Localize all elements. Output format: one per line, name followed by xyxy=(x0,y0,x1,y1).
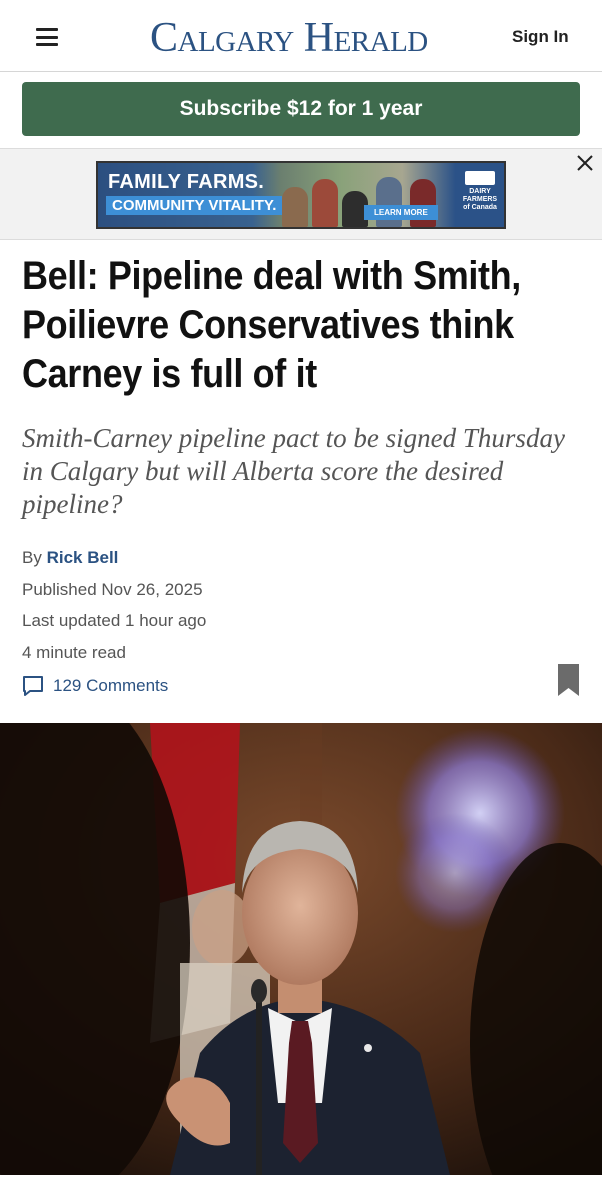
article-dek: Smith-Carney pipeline pact to be signed … xyxy=(22,423,565,519)
subscribe-bar: Subscribe $12 for 1 year xyxy=(0,73,602,148)
bottom-spacer xyxy=(0,1175,607,1199)
ad-sponsor-logo: DAIRY FARMERS of Canada xyxy=(460,169,500,223)
byline-prefix: By xyxy=(22,548,42,567)
subscribe-button[interactable]: Subscribe $12 for 1 year xyxy=(22,82,580,136)
comments-link[interactable]: 129 Comments xyxy=(22,674,168,698)
site-header: Calgary Herald Sign In xyxy=(0,0,602,72)
ad-subheadline: COMMUNITY VITALITY. xyxy=(106,196,283,215)
published-date: Published Nov 26, 2025 xyxy=(22,580,203,599)
ad-strip: FAMILY FARMS. COMMUNITY VITALITY. LEARN … xyxy=(0,148,602,240)
comments-count: 129 Comments xyxy=(53,676,169,695)
ad-headline: FAMILY FARMS. xyxy=(108,171,265,193)
article-headline: Bell: Pipeline deal with Smith, Poilievr… xyxy=(22,254,521,396)
article-hero-image[interactable] xyxy=(0,723,602,1175)
sign-in-link[interactable]: Sign In xyxy=(512,27,569,47)
ad-sponsor-text: DAIRY FARMERS of Canada xyxy=(462,188,498,211)
bookmark-icon[interactable] xyxy=(557,663,580,697)
last-updated: Last updated 1 hour ago xyxy=(22,611,207,630)
hamburger-menu-icon[interactable] xyxy=(36,28,60,48)
byline: By Rick Bell xyxy=(22,548,118,568)
author-link[interactable]: Rick Bell xyxy=(47,548,119,567)
read-time: 4 minute read xyxy=(22,643,126,662)
ad-banner[interactable]: FAMILY FARMS. COMMUNITY VITALITY. LEARN … xyxy=(96,161,506,229)
hero-photo-illustration xyxy=(0,723,602,1175)
close-icon[interactable] xyxy=(574,152,596,174)
site-logo[interactable]: Calgary Herald xyxy=(150,14,428,62)
ad-learn-more-button[interactable]: LEARN MORE xyxy=(364,205,438,220)
comment-icon xyxy=(23,676,43,696)
